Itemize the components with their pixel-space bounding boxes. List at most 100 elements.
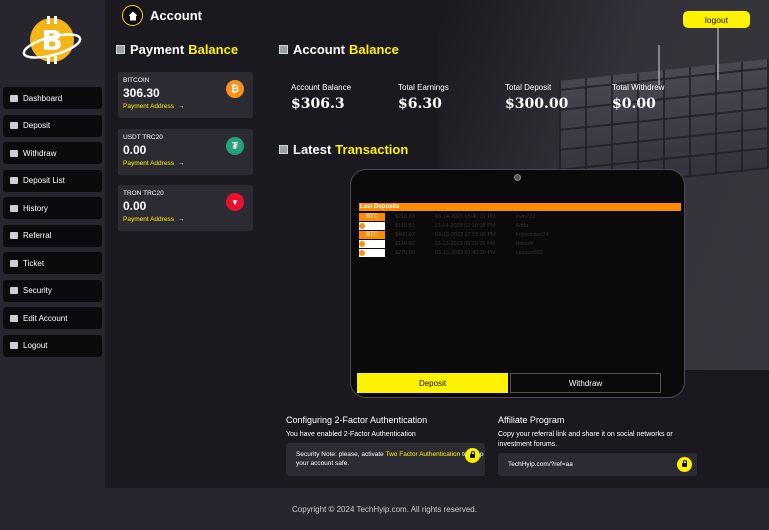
sidebar-item-label: Deposit: [23, 121, 51, 130]
bitcoin-logo-icon: B: [22, 16, 82, 64]
copyright-text: Copyright © 2024 TechHyip.com. All right…: [292, 504, 477, 514]
affiliate-title: Affiliate Program: [498, 415, 565, 425]
stat-label: Total Withdrew: [612, 83, 665, 92]
sidebar-item-label: Logout: [23, 341, 48, 350]
row-amount: $110.00: [395, 240, 415, 247]
home-button[interactable]: [122, 5, 143, 26]
two-factor-link[interactable]: Two Factor Authentication: [386, 451, 461, 458]
tether-icon: ₮: [226, 137, 244, 155]
transaction-tablet-frame: Last Deposits BTC $218.03 03-14-2023 05:…: [350, 169, 685, 398]
latest-transaction-title: Latest Transaction: [279, 142, 408, 157]
coin-card-tron: TRON TRC20 0.00 Payment Address → ▼: [118, 185, 253, 231]
camera-icon: [514, 174, 521, 181]
sidebar-item-history[interactable]: History: [3, 197, 102, 219]
sidebar-item-logout[interactable]: Logout: [3, 334, 102, 357]
lock-icon: [465, 448, 480, 463]
image-icon: [116, 45, 125, 54]
table-row: $110.00 03-13-2023 05:20:35 PM Himself: [359, 239, 681, 248]
two-factor-status: You have enabled 2-Factor Authentication: [286, 431, 416, 438]
transaction-tabs: Deposit Withdraw: [357, 373, 679, 393]
sidebar-item-ticket[interactable]: Ticket: [3, 252, 102, 274]
stat-value: $300.00: [505, 96, 569, 112]
stat-label: Total Earnings: [398, 83, 449, 92]
stat-value: $0.00: [612, 96, 656, 112]
stat-total-withdrew: Total Withdrew $0.00: [612, 83, 664, 112]
sidebar-item-dashboard[interactable]: Dashboard: [3, 87, 102, 109]
sidebar-item-label: History: [23, 203, 48, 213]
title-highlight: Transaction: [335, 142, 409, 157]
turbine-decoration: [658, 45, 660, 85]
link-text: Payment Address: [123, 103, 174, 110]
payment-address-link[interactable]: Payment Address →: [123, 160, 253, 167]
wallet-icon: [9, 121, 19, 130]
sidebar-item-deposit[interactable]: Deposit: [3, 114, 102, 137]
sidebar-nav: Dashboard Deposit Withdraw Deposit List …: [3, 87, 102, 362]
table-title: Last Deposits: [359, 203, 681, 211]
row-amount: $400.02: [395, 231, 415, 238]
sidebar-item-edit-account[interactable]: Edit Account: [3, 307, 102, 329]
title-highlight: Balance: [188, 42, 239, 57]
row-amount: $275.00: [395, 249, 415, 256]
arrow-right-icon: →: [177, 216, 185, 223]
users-icon: [9, 231, 19, 240]
account-balance-title: Account Balance: [279, 42, 399, 57]
logout-button[interactable]: logout: [683, 11, 750, 28]
title-text: Payment: [130, 42, 185, 57]
payment-address-link[interactable]: Payment Address →: [123, 103, 253, 110]
payment-address-link[interactable]: Payment Address →: [123, 216, 253, 223]
affiliate-description: Copy your referral link and share it on …: [498, 431, 673, 448]
referral-link-field[interactable]: TechHyip.com/?ref=aa: [498, 453, 697, 476]
row-user: Irvin718: [515, 213, 536, 220]
row-user: Himself: [515, 240, 534, 247]
arrow-right-icon: →: [177, 160, 185, 167]
table-row: $116.50 03-14-2023 02:16:18 PM Adda: [359, 221, 681, 230]
image-icon: [279, 145, 288, 154]
history-icon: [9, 204, 19, 213]
stat-value: $306.3: [291, 96, 345, 112]
table-row: BTC $400.02 03-13-2023 07:55:06 PM Impre…: [359, 230, 681, 239]
link-text: Payment Address: [123, 160, 174, 167]
sidebar-item-withdraw[interactable]: Withdraw: [3, 142, 102, 164]
stat-total-deposit: Total Deposit $300.00: [505, 83, 568, 112]
edit-icon: [9, 314, 19, 323]
row-amount: $116.50: [395, 222, 415, 229]
bitcoin-badge: [359, 221, 385, 230]
bitcoin-badge: BTC: [359, 230, 385, 239]
stat-label: Total Deposit: [505, 83, 552, 92]
sidebar: B Dashboard Deposit Withdraw Deposit Lis…: [0, 0, 105, 488]
row-date: 03-13-2023 05:20:35 PM: [434, 240, 496, 247]
table-row: $275.00 03-13-2023 01:45:30 PM Lesson003: [359, 248, 681, 257]
row-amount: $218.03: [395, 213, 415, 220]
row-date: 03-13-2023 01:45:30 PM: [434, 249, 496, 256]
stat-value: $6.30: [398, 96, 442, 112]
coin-card-usdt: USDT TRC20 0.00 Payment Address → ₮: [118, 129, 253, 175]
row-date: 03-13-2023 07:55:06 PM: [434, 231, 496, 238]
tron-icon: ▼: [226, 193, 244, 211]
bitcoin-icon: ₿: [226, 80, 244, 98]
page-title: Account: [150, 8, 202, 23]
table-row: BTC $218.03 03-14-2023 05:40:31 PM Irvin…: [359, 212, 681, 221]
tab-withdraw[interactable]: Withdraw: [510, 373, 661, 393]
copy-lock-icon[interactable]: [677, 457, 692, 472]
title-text: Account: [293, 42, 345, 57]
sidebar-item-label: Deposit List: [23, 176, 65, 185]
list-icon: [9, 176, 19, 185]
stat-label: Account Balance: [291, 83, 352, 92]
sidebar-item-security[interactable]: Security: [3, 279, 102, 302]
arrow-right-icon: →: [177, 103, 185, 110]
deposits-table: Last Deposits BTC $218.03 03-14-2023 05:…: [359, 200, 681, 360]
sidebar-item-referral[interactable]: Referral: [3, 224, 102, 247]
withdraw-icon: [9, 149, 19, 158]
tab-deposit[interactable]: Deposit: [357, 373, 508, 393]
sidebar-item-label: Edit Account: [23, 313, 68, 323]
dashboard-icon: [9, 94, 19, 103]
stat-total-earnings: Total Earnings $6.30: [398, 83, 449, 112]
sidebar-item-deposit-list[interactable]: Deposit List: [3, 169, 102, 192]
home-icon: [128, 11, 137, 20]
sidebar-item-label: Security: [23, 286, 52, 295]
sidebar-item-label: Referral: [23, 231, 52, 240]
image-icon: [279, 45, 288, 54]
shield-icon: [9, 286, 19, 295]
row-user: Adda: [515, 222, 529, 229]
row-date: 03-14-2023 02:16:18 PM: [434, 222, 496, 229]
